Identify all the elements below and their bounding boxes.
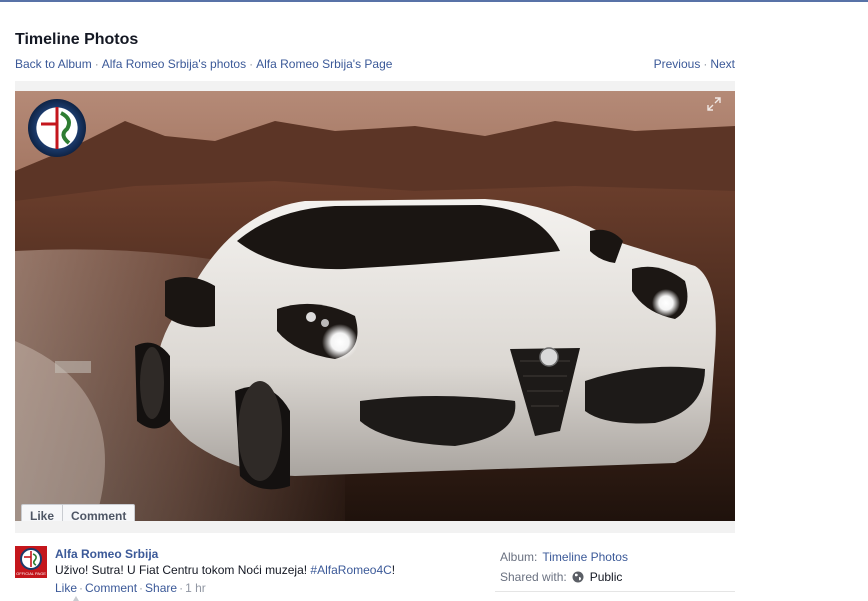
actions-separator: · bbox=[79, 581, 84, 595]
alfa-romeo-avatar-icon[interactable]: OFFICIAL PAGE bbox=[15, 546, 47, 578]
owner-photos-link[interactable]: Alfa Romeo Srbija's photos bbox=[102, 57, 246, 71]
owner-page-link[interactable]: Alfa Romeo Srbija's Page bbox=[256, 57, 392, 71]
album-label: Album: bbox=[500, 550, 538, 564]
breadcrumb: Back to Album · Alfa Romeo Srbija's photos… bbox=[15, 57, 392, 71]
post-caption: Uživo! Sutra! U Fiat Centru tokom Noći m… bbox=[55, 563, 395, 577]
avatar-caption: OFFICIAL PAGE bbox=[16, 571, 46, 576]
photo-stage[interactable] bbox=[15, 91, 735, 521]
post-timestamp[interactable]: 1 hr bbox=[185, 581, 206, 595]
actions-separator: · bbox=[179, 581, 184, 595]
previous-link[interactable]: Previous bbox=[654, 57, 701, 71]
post-author-link[interactable]: Alfa Romeo Srbija bbox=[55, 547, 158, 561]
top-border bbox=[0, 0, 868, 2]
globe-icon[interactable] bbox=[572, 571, 584, 583]
page-title: Timeline Photos bbox=[15, 31, 139, 48]
car-photo bbox=[15, 91, 735, 521]
post-actions: Like · Comment · Share · 1 hr bbox=[55, 581, 206, 595]
shared-with-value[interactable]: Public bbox=[590, 570, 623, 584]
photo-pager: Previous · Next bbox=[654, 57, 735, 71]
shared-with-row: Shared with: Public bbox=[500, 567, 628, 587]
photo-bottom-strip bbox=[15, 521, 735, 533]
breadcrumb-separator: · bbox=[94, 57, 99, 71]
post-share-link[interactable]: Share bbox=[145, 581, 177, 595]
actions-separator: · bbox=[139, 581, 144, 595]
pager-separator: · bbox=[703, 57, 708, 71]
breadcrumb-separator: · bbox=[249, 57, 254, 71]
back-to-album-link[interactable]: Back to Album bbox=[15, 57, 92, 71]
hashtag-link[interactable]: #AlfaRomeo4C bbox=[310, 563, 391, 577]
caption-end: ! bbox=[391, 563, 396, 577]
post-comment-link[interactable]: Comment bbox=[85, 581, 137, 595]
shared-with-label: Shared with: bbox=[500, 570, 567, 584]
album-link[interactable]: Timeline Photos bbox=[542, 550, 628, 564]
photo-meta: Album: Timeline Photos Shared with: Publ… bbox=[500, 547, 628, 587]
scroll-indicator-icon bbox=[73, 596, 79, 601]
expand-icon[interactable] bbox=[707, 97, 721, 111]
album-row: Album: Timeline Photos bbox=[500, 547, 628, 567]
meta-divider bbox=[495, 591, 735, 592]
caption-text: Uživo! Sutra! U Fiat Centru tokom Noći m… bbox=[55, 563, 311, 577]
post-like-link[interactable]: Like bbox=[55, 581, 77, 595]
next-link[interactable]: Next bbox=[710, 57, 735, 71]
